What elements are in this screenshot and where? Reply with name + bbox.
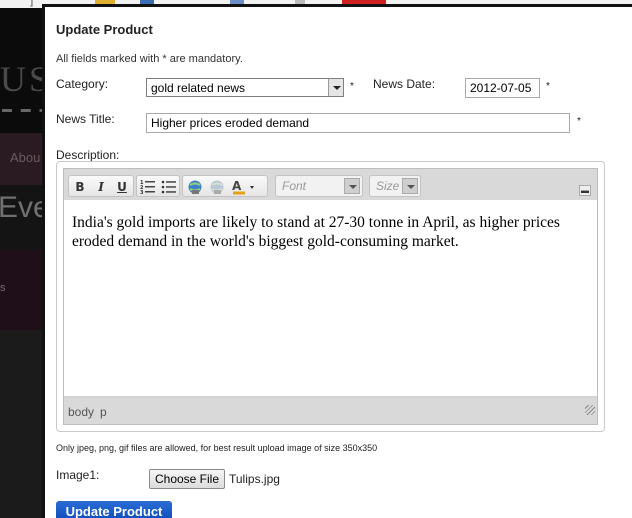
mandatory-note: All fields marked with * are mandatory. xyxy=(56,53,243,65)
background-text-fragment: ] xyxy=(30,0,34,7)
editor-content-area[interactable]: India's gold imports are likely to stand… xyxy=(64,200,597,396)
choose-file-button[interactable]: Choose File xyxy=(149,469,225,489)
toolbar-collapse-button[interactable]: ▬ xyxy=(579,185,591,196)
svg-text:A: A xyxy=(232,179,242,193)
collapse-icon: ▬ xyxy=(581,186,589,195)
category-required-mark: * xyxy=(350,81,354,92)
editor-element-path: body p xyxy=(64,398,597,424)
editor-toolbar: B I U 123 A Font Size ▬ xyxy=(64,169,597,200)
ordered-list-icon[interactable]: 123 xyxy=(140,179,156,196)
font-size-select[interactable]: Size xyxy=(369,175,421,197)
unlink-icon[interactable] xyxy=(209,179,225,195)
upload-note: Only jpeg, png, gif files are allowed, f… xyxy=(56,443,378,453)
italic-button[interactable]: I xyxy=(93,179,109,195)
resize-grip-icon[interactable] xyxy=(585,405,595,415)
update-product-button[interactable]: Update Product xyxy=(56,501,172,518)
font-family-select[interactable]: Font xyxy=(275,175,363,197)
path-item-p[interactable]: p xyxy=(100,405,107,419)
format-button-group: B I U xyxy=(68,175,134,197)
chevron-down-icon[interactable] xyxy=(344,178,360,194)
path-item-body[interactable]: body xyxy=(68,405,94,419)
description-label: Description: xyxy=(56,148,120,162)
svg-text:3: 3 xyxy=(140,190,144,195)
category-select[interactable]: gold related news xyxy=(146,78,344,97)
news-date-label: News Date: xyxy=(373,77,436,91)
image-label: Image1: xyxy=(56,468,100,482)
underline-button[interactable]: U xyxy=(114,179,130,195)
list-button-group: 123 xyxy=(136,175,180,197)
size-select-placeholder: Size xyxy=(376,179,400,193)
text-color-icon[interactable]: A xyxy=(232,179,260,195)
unordered-list-icon[interactable] xyxy=(161,179,177,195)
font-select-placeholder: Font xyxy=(282,179,307,193)
news-date-required-mark: * xyxy=(546,81,550,92)
update-product-modal: Update Product All fields marked with * … xyxy=(42,4,632,518)
background-nav-item: Abou xyxy=(10,150,41,165)
bold-button[interactable]: B xyxy=(72,179,88,195)
news-title-label: News Title: xyxy=(56,112,115,126)
category-select-value: gold related news xyxy=(151,81,246,95)
category-label: Category: xyxy=(56,77,109,91)
insert-button-group: A xyxy=(182,175,268,197)
modal-title: Update Product xyxy=(56,22,153,37)
news-title-required-mark: * xyxy=(577,116,581,127)
description-editor: B I U 123 A Font Size ▬ India's gold imp… xyxy=(56,161,605,432)
selected-file-name: Tulips.jpg xyxy=(229,472,280,486)
editor-frame: B I U 123 A Font Size ▬ India's gold imp… xyxy=(63,168,598,425)
news-title-input[interactable]: Higher prices eroded demand xyxy=(146,113,570,133)
link-icon[interactable] xyxy=(187,179,203,195)
chevron-down-icon[interactable] xyxy=(328,79,343,96)
background-section-text: s xyxy=(0,282,6,294)
chevron-down-icon[interactable] xyxy=(402,178,418,194)
news-date-input[interactable]: 2012-07-05 xyxy=(465,78,540,98)
